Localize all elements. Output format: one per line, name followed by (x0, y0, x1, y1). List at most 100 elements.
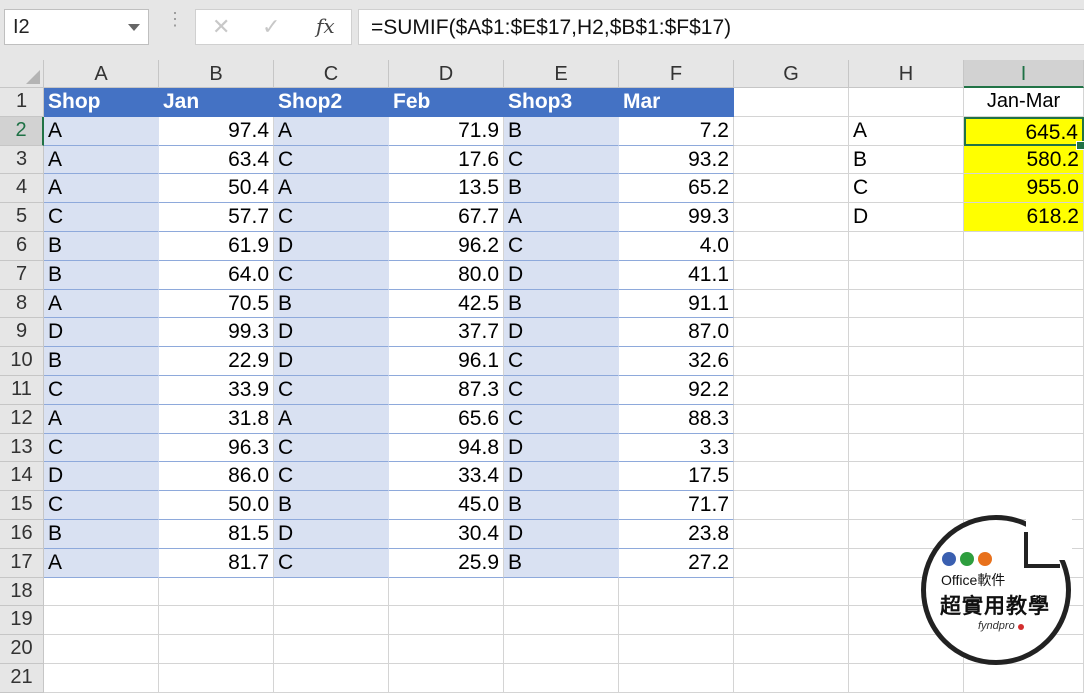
empty-cell[interactable] (504, 577, 619, 607)
shop-cell[interactable]: D (44, 318, 159, 348)
shop-cell[interactable]: B (44, 520, 159, 549)
value-cell[interactable]: 17.5 (619, 462, 734, 492)
shop-cell[interactable]: A (44, 145, 159, 175)
row-header-3[interactable]: 3 (0, 145, 44, 175)
shop-cell[interactable]: B (44, 347, 159, 376)
value-cell[interactable]: 65.2 (619, 174, 734, 204)
empty-cell[interactable] (734, 376, 849, 405)
shop-cell[interactable]: C (274, 462, 389, 492)
shop-cell[interactable]: D (504, 318, 619, 348)
shop-cell[interactable]: C (274, 376, 389, 405)
value-cell[interactable]: 67.7 (389, 203, 504, 232)
empty-cell[interactable] (734, 577, 849, 607)
table-header-cell[interactable]: Shop2 (274, 88, 389, 117)
empty-cell[interactable] (734, 433, 849, 463)
row-header-20[interactable]: 20 (0, 635, 44, 664)
empty-cell[interactable] (964, 260, 1084, 290)
shop-cell[interactable]: D (504, 462, 619, 492)
summary-shop-cell[interactable]: C (849, 174, 964, 204)
value-cell[interactable]: 57.7 (159, 203, 274, 232)
shop-cell[interactable]: C (504, 404, 619, 434)
value-cell[interactable]: 3.3 (619, 433, 734, 463)
empty-cell[interactable] (274, 577, 389, 607)
value-cell[interactable]: 33.9 (159, 376, 274, 405)
table-header-cell[interactable]: Jan (159, 88, 274, 117)
value-cell[interactable]: 27.2 (619, 548, 734, 578)
value-cell[interactable]: 71.7 (619, 491, 734, 520)
value-cell[interactable]: 7.2 (619, 116, 734, 146)
row-header-9[interactable]: 9 (0, 318, 44, 348)
value-cell[interactable]: 41.1 (619, 260, 734, 290)
enter-icon[interactable]: ✓ (262, 14, 280, 40)
value-cell[interactable]: 80.0 (389, 260, 504, 290)
value-cell[interactable]: 70.5 (159, 289, 274, 319)
formula-input[interactable]: =SUMIF($A$1:$E$17,H2,$B$1:$F$17) (358, 9, 1084, 45)
value-cell[interactable]: 23.8 (619, 520, 734, 549)
empty-cell[interactable] (734, 404, 849, 434)
value-cell[interactable]: 33.4 (389, 462, 504, 492)
empty-cell[interactable] (849, 260, 964, 290)
empty-cell[interactable] (44, 577, 159, 607)
value-cell[interactable]: 81.5 (159, 520, 274, 549)
shop-cell[interactable]: A (44, 116, 159, 146)
row-header-2[interactable]: 2 (0, 116, 44, 146)
shop-cell[interactable]: B (274, 289, 389, 319)
shop-cell[interactable]: A (44, 404, 159, 434)
shop-cell[interactable]: B (44, 260, 159, 290)
empty-cell[interactable] (964, 462, 1084, 492)
empty-cell[interactable] (504, 606, 619, 636)
row-header-17[interactable]: 17 (0, 548, 44, 578)
value-cell[interactable]: 65.6 (389, 404, 504, 434)
empty-cell[interactable] (389, 635, 504, 664)
shop-cell[interactable]: D (504, 260, 619, 290)
insert-function-icon[interactable]: fx (316, 14, 335, 38)
value-cell[interactable]: 71.9 (389, 116, 504, 146)
shop-cell[interactable]: D (274, 347, 389, 376)
summary-total-cell[interactable]: 955.0 (964, 174, 1084, 204)
empty-cell[interactable] (849, 347, 964, 376)
row-header-5[interactable]: 5 (0, 203, 44, 232)
table-header-cell[interactable]: Feb (389, 88, 504, 117)
shop-cell[interactable]: C (504, 145, 619, 175)
empty-cell[interactable] (964, 404, 1084, 434)
column-header-h[interactable]: H (849, 60, 964, 88)
table-header-cell[interactable]: Mar (619, 88, 734, 117)
empty-cell[interactable] (849, 664, 964, 693)
shop-cell[interactable]: C (274, 433, 389, 463)
row-header-19[interactable]: 19 (0, 606, 44, 636)
column-header-c[interactable]: C (274, 60, 389, 88)
empty-cell[interactable] (159, 606, 274, 636)
empty-cell[interactable] (389, 577, 504, 607)
empty-cell[interactable] (849, 376, 964, 405)
shop-cell[interactable]: A (44, 289, 159, 319)
value-cell[interactable]: 32.6 (619, 347, 734, 376)
column-header-e[interactable]: E (504, 60, 619, 88)
value-cell[interactable]: 63.4 (159, 145, 274, 175)
shop-cell[interactable]: C (504, 376, 619, 405)
shop-cell[interactable]: D (504, 433, 619, 463)
shop-cell[interactable]: D (274, 318, 389, 348)
row-header-7[interactable]: 7 (0, 260, 44, 290)
shop-cell[interactable]: C (44, 491, 159, 520)
shop-cell[interactable]: A (274, 174, 389, 204)
shop-cell[interactable]: C (274, 145, 389, 175)
shop-cell[interactable]: C (274, 203, 389, 232)
empty-cell[interactable] (619, 635, 734, 664)
empty-cell[interactable] (274, 606, 389, 636)
value-cell[interactable]: 96.1 (389, 347, 504, 376)
empty-cell[interactable] (619, 577, 734, 607)
shop-cell[interactable]: A (274, 404, 389, 434)
empty-cell[interactable] (734, 145, 849, 175)
empty-cell[interactable] (734, 520, 849, 549)
empty-cell[interactable] (389, 664, 504, 693)
row-header-8[interactable]: 8 (0, 289, 44, 319)
shop-cell[interactable]: C (274, 548, 389, 578)
value-cell[interactable]: 64.0 (159, 260, 274, 290)
shop-cell[interactable]: C (274, 260, 389, 290)
empty-cell[interactable] (734, 203, 849, 232)
cancel-icon[interactable]: ✕ (212, 14, 230, 40)
value-cell[interactable]: 87.0 (619, 318, 734, 348)
summary-shop-cell[interactable]: B (849, 145, 964, 175)
value-cell[interactable]: 87.3 (389, 376, 504, 405)
shop-cell[interactable]: D (504, 520, 619, 549)
